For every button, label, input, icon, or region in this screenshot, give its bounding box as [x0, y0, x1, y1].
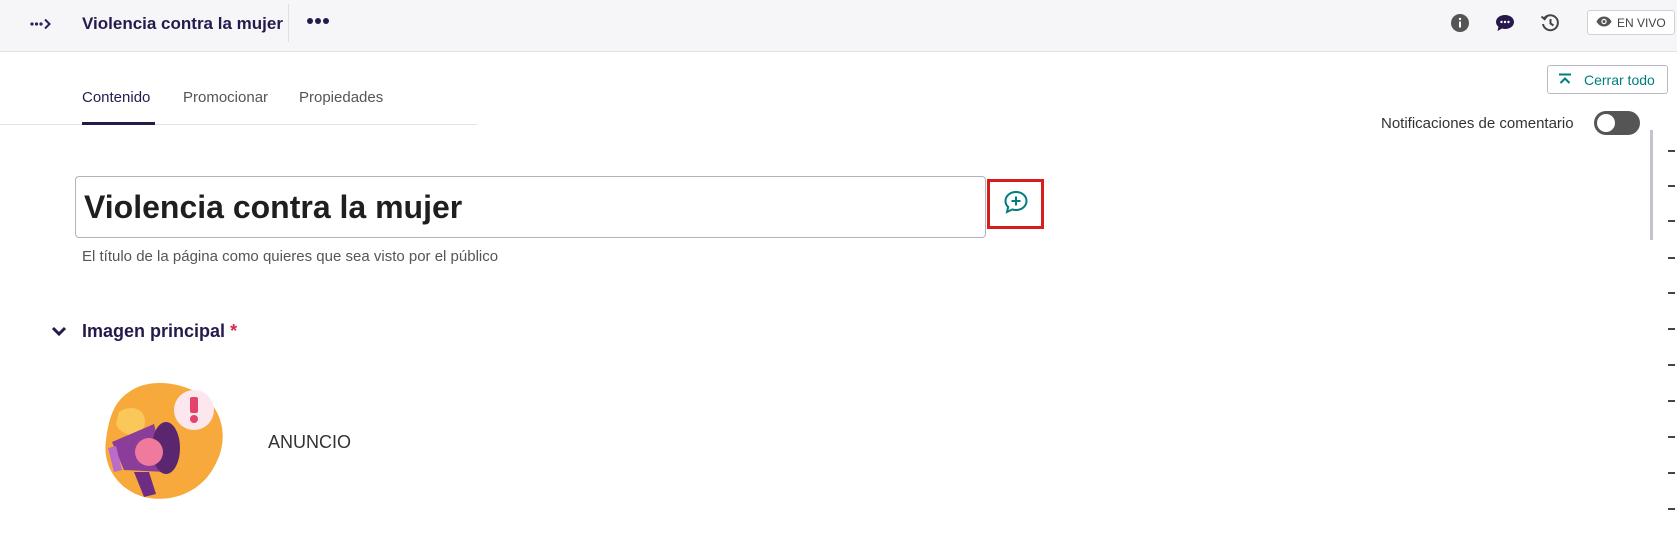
required-asterisk: * [230, 321, 238, 341]
minimap-tick[interactable] [1668, 472, 1675, 474]
main-image-thumbnail[interactable] [94, 372, 234, 512]
status-label: EN VIVO [1617, 15, 1666, 30]
comment-notifications-toggle[interactable] [1594, 111, 1640, 135]
add-comment-button[interactable] [987, 179, 1044, 229]
minimap-scroll-indicator[interactable] [1650, 130, 1653, 240]
minimap-tick[interactable] [1668, 436, 1675, 438]
minimap-tick[interactable] [1668, 185, 1675, 187]
breadcrumb-toggle-icon[interactable] [28, 14, 54, 34]
main-image-section-title[interactable]: Imagen principal * [82, 321, 237, 341]
comments-icon[interactable] [1493, 11, 1517, 35]
minimap-tick[interactable] [1668, 150, 1675, 152]
history-icon[interactable] [1538, 11, 1562, 35]
tab-propiedades[interactable]: Propiedades [299, 88, 383, 108]
minimap-tick[interactable] [1668, 257, 1675, 259]
collapse-up-icon [1558, 72, 1572, 88]
add-comment-icon [1003, 190, 1029, 219]
collapse-all-button[interactable]: Cerrar todo [1547, 65, 1668, 94]
minimap-tick[interactable] [1668, 292, 1675, 294]
eye-icon [1596, 16, 1612, 30]
title-input[interactable] [75, 176, 986, 238]
more-actions-icon[interactable] [304, 10, 332, 32]
minimap-tick[interactable] [1668, 328, 1675, 330]
tab-promocionar[interactable]: Promocionar [183, 88, 268, 108]
info-icon[interactable] [1448, 11, 1472, 35]
live-status-badge[interactable]: EN VIVO [1587, 10, 1675, 35]
header-divider [288, 4, 289, 42]
chevron-down-icon[interactable] [48, 320, 70, 342]
minimap-tick[interactable] [1668, 508, 1675, 510]
active-tab-indicator [82, 122, 155, 125]
editor-tabs: Contenido Promocionar Propiedades [0, 82, 477, 125]
main-image-caption: ANUNCIO [268, 432, 352, 452]
collapse-all-label: Cerrar todo [1584, 71, 1655, 88]
comment-notifications-label: Notificaciones de comentario [1381, 115, 1574, 132]
main-image-label: Imagen principal [82, 321, 226, 341]
toggle-knob [1597, 114, 1615, 132]
tab-contenido[interactable]: Contenido [82, 88, 150, 108]
page-title: Violencia contra la mujer [82, 14, 283, 33]
title-help-text: El título de la página como quieres que … [82, 248, 499, 265]
minimap-tick[interactable] [1668, 220, 1675, 222]
minimap-tick[interactable] [1668, 400, 1675, 402]
minimap-tick[interactable] [1668, 364, 1675, 366]
top-header-bar: Violencia contra la mujer EN VIVO [0, 0, 1677, 52]
